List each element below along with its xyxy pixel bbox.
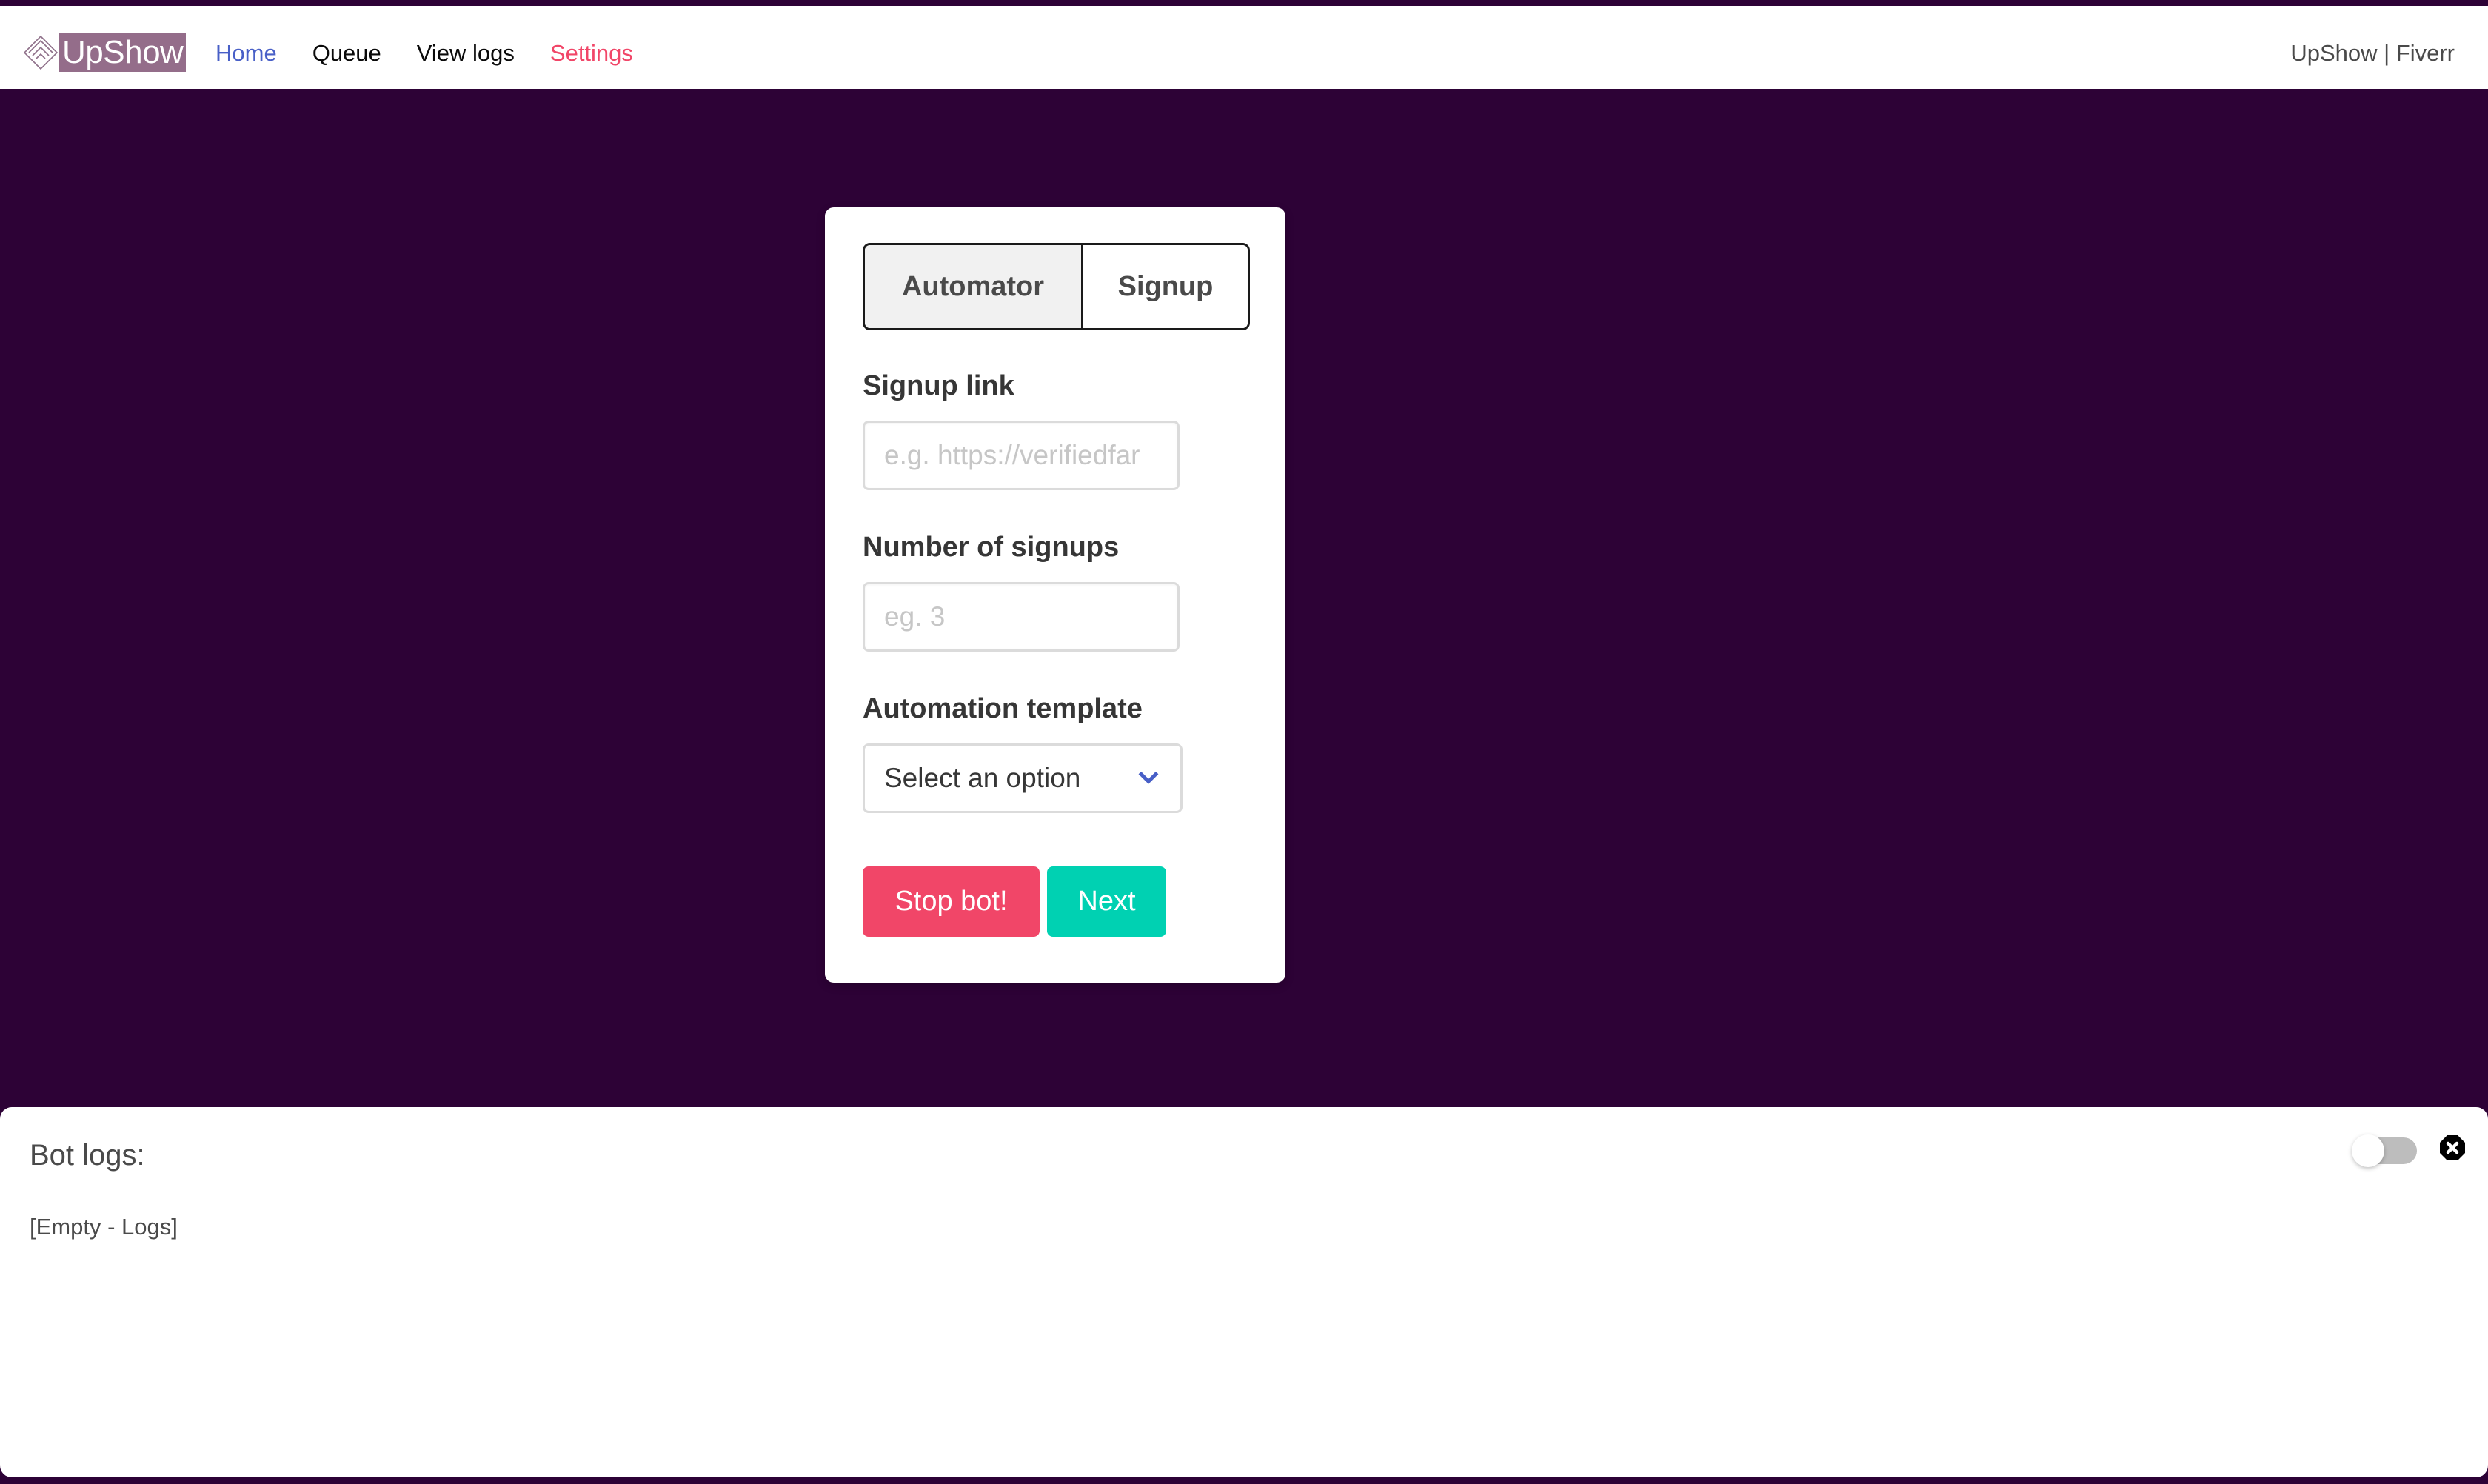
main-nav: Home Queue View logs Settings — [215, 39, 633, 68]
number-of-signups-label: Number of signups — [863, 532, 1120, 563]
top-navbar: UpShow Home Queue View logs Settings UpS… — [0, 6, 2488, 89]
next-button[interactable]: Next — [1047, 866, 1166, 937]
nav-home[interactable]: Home — [215, 39, 277, 68]
mode-tabs: Automator Signup — [863, 243, 1250, 330]
signup-link-label: Signup link — [863, 370, 1014, 401]
signup-link-input[interactable] — [863, 421, 1180, 490]
automator-form-card: Automator Signup Signup link Number of s… — [825, 207, 1285, 983]
automation-template-select[interactable]: Select an option — [863, 743, 1183, 813]
nav-settings[interactable]: Settings — [550, 39, 633, 68]
bot-logs-title: Bot logs: — [30, 1139, 145, 1172]
number-of-signups-input[interactable] — [863, 582, 1180, 652]
tab-signup[interactable]: Signup — [1083, 245, 1248, 328]
bot-logs-content: [Empty - Logs] — [30, 1214, 178, 1240]
diamond-logo-icon — [23, 35, 58, 70]
logo-text: UpShow — [59, 33, 187, 72]
nav-view-logs[interactable]: View logs — [417, 39, 515, 68]
automation-template-label: Automation template — [863, 693, 1143, 724]
tab-automator[interactable]: Automator — [865, 245, 1083, 328]
form-actions: Stop bot! Next — [863, 866, 1248, 937]
nav-queue[interactable]: Queue — [312, 39, 381, 68]
logs-toggle[interactable] — [2352, 1134, 2417, 1167]
chevron-down-icon — [1138, 771, 1159, 784]
close-icon[interactable] — [2439, 1134, 2466, 1161]
bot-logs-panel: Bot logs: [Empty - Logs] — [0, 1107, 2488, 1477]
stop-bot-button[interactable]: Stop bot! — [863, 866, 1040, 937]
toggle-knob — [2352, 1134, 2384, 1167]
logo[interactable]: UpShow — [22, 33, 187, 72]
select-value: Select an option — [884, 763, 1081, 793]
brand-right-text: UpShow | Fiverr — [2290, 40, 2455, 66]
